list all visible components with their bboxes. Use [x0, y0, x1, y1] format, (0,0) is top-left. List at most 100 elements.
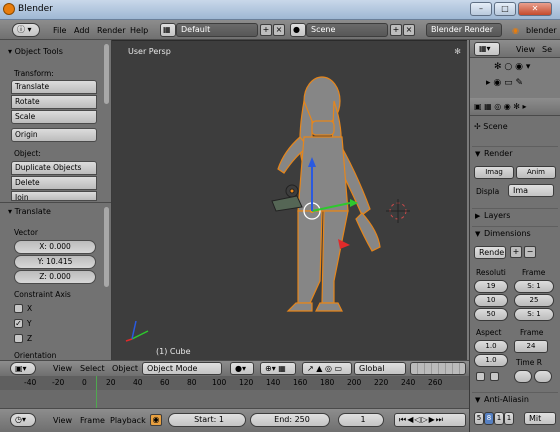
minimize-button[interactable]: –: [470, 2, 492, 16]
remove-scene-button[interactable]: ×: [403, 24, 415, 36]
maximize-button[interactable]: □: [494, 2, 516, 16]
viewport-shading-dropdown[interactable]: ●▾: [230, 362, 254, 375]
time-remap-new-field[interactable]: [534, 370, 552, 383]
add-preset-button[interactable]: +: [510, 246, 522, 258]
translate-panel-title[interactable]: ▾ Translate: [8, 207, 51, 216]
menu-help[interactable]: Help: [130, 26, 148, 35]
vector-x-field[interactable]: X: 0.000: [14, 240, 96, 254]
timeline-area[interactable]: [0, 376, 469, 408]
3d-viewport[interactable]: User Persp ✻ (1) Cube: [112, 40, 467, 360]
join-button[interactable]: Join: [11, 191, 97, 201]
display-dropdown[interactable]: Ima: [508, 184, 554, 197]
object-tools-label: Object Tools: [14, 47, 63, 56]
start-frame-field[interactable]: Start: 1: [168, 413, 246, 427]
render-animation-button[interactable]: Anim: [516, 166, 556, 179]
aspect-y-field[interactable]: 1.0: [474, 354, 508, 367]
layers-section-header[interactable]: ▶ Layers: [472, 208, 558, 222]
character-model[interactable]: [277, 76, 381, 312]
render-engine-dropdown[interactable]: Blender Render: [426, 23, 502, 37]
aa-samples-8[interactable]: 8: [484, 412, 494, 425]
aa-samples-5[interactable]: 5: [474, 412, 484, 425]
vector-z-field[interactable]: Z: 0.000: [14, 270, 96, 284]
menu-render[interactable]: Render: [97, 26, 125, 35]
outliner-visibility-icons[interactable]: ▸ ◉ ▭ ✎: [486, 78, 523, 88]
tool-shelf-scrollbar[interactable]: [104, 44, 109, 104]
scene-breadcrumb: ✢ Scene: [474, 122, 508, 131]
remove-preset-button[interactable]: −: [524, 246, 536, 258]
layer-buttons[interactable]: [410, 362, 466, 375]
outliner-object-icons[interactable]: ✻ ○ ◉ ▾: [494, 62, 530, 72]
timeline-menu-frame[interactable]: Frame: [80, 416, 105, 425]
screen-layout-field[interactable]: Default: [176, 23, 258, 37]
add-screen-button[interactable]: +: [260, 24, 272, 36]
timeline-menu-playback[interactable]: Playback: [110, 416, 146, 425]
render-section-header[interactable]: ▼ Render: [472, 146, 558, 160]
auto-keyframe-button[interactable]: ◉: [150, 414, 162, 426]
properties-tab-icons[interactable]: ▣ ▦ ◎ ◉ ✻ ▸: [474, 102, 527, 111]
menu-file[interactable]: File: [53, 26, 66, 35]
scale-button[interactable]: Scale: [11, 110, 97, 124]
frame-step-field[interactable]: S: 1: [514, 308, 554, 321]
outliner-menu-search[interactable]: Se: [542, 45, 552, 54]
pin-icon[interactable]: ✢: [474, 122, 483, 131]
operator-panel-scrollbar[interactable]: [104, 207, 109, 287]
scene-icon[interactable]: ●: [290, 23, 306, 37]
outliner-editor-type-button[interactable]: ▦▾: [474, 42, 500, 56]
view3d-menu-select[interactable]: Select: [80, 364, 105, 373]
lamp-object[interactable]: [285, 184, 299, 198]
transform-orientation-dropdown[interactable]: Global: [354, 362, 406, 375]
manipulator-buttons[interactable]: ↗ ▲ ◎ ▭: [302, 362, 352, 375]
delete-button[interactable]: Delete: [11, 176, 97, 190]
end-frame-field[interactable]: End: 250: [250, 413, 330, 427]
outliner-menu-view[interactable]: View: [516, 45, 535, 54]
timeline-ruler[interactable]: [0, 376, 469, 390]
editor-type-info-button[interactable]: ⓘ ▾: [12, 23, 40, 37]
playback-controls[interactable]: ⏮◀◁▷▶⏭: [394, 413, 466, 427]
view3d-editor-type-button[interactable]: ▣▾: [10, 362, 36, 375]
aa-samples-16[interactable]: 1: [504, 412, 514, 425]
crop-checkbox[interactable]: [490, 372, 499, 381]
rotate-button[interactable]: Rotate: [11, 95, 97, 109]
resolution-percent-field[interactable]: 50: [474, 308, 508, 321]
camera-object[interactable]: [271, 195, 303, 212]
constraint-y-checkbox[interactable]: ✓: [14, 319, 23, 328]
object-tools-title[interactable]: ▾ Object Tools: [8, 47, 63, 56]
menu-add[interactable]: Add: [74, 26, 90, 35]
constraint-x-checkbox[interactable]: [14, 304, 23, 313]
aspect-x-field[interactable]: 1.0: [474, 340, 508, 353]
view3d-menu-view[interactable]: View: [53, 364, 72, 373]
remove-screen-button[interactable]: ×: [273, 24, 285, 36]
screen-layout-icon[interactable]: ▦: [160, 23, 176, 37]
view3d-menu-object[interactable]: Object: [112, 364, 138, 373]
translate-button[interactable]: Translate: [11, 80, 97, 94]
frame-start-field[interactable]: S: 1: [514, 280, 554, 293]
time-remap-old-field[interactable]: [514, 370, 532, 383]
anti-aliasing-section-header[interactable]: ▼ Anti-Aliasin: [472, 392, 558, 406]
3d-cursor[interactable]: [386, 199, 410, 223]
pivot-snapping-buttons[interactable]: ⊕▾ ▦: [260, 362, 296, 375]
duplicate-objects-button[interactable]: Duplicate Objects: [11, 161, 97, 175]
border-checkbox[interactable]: [476, 372, 485, 381]
resolution-x-field[interactable]: 19: [474, 280, 508, 293]
render-image-button[interactable]: Imag: [474, 166, 514, 179]
vector-y-field[interactable]: Y: 10.415: [14, 255, 96, 269]
render-preset-dropdown[interactable]: Rende: [474, 246, 506, 259]
scene-field[interactable]: Scene: [306, 23, 388, 37]
timeline-menu-view[interactable]: View: [53, 416, 72, 425]
timeline-editor-type-button[interactable]: ◷▾: [10, 413, 36, 427]
frame-end-field[interactable]: 25: [514, 294, 554, 307]
frame-rate-dropdown[interactable]: 24: [514, 340, 548, 353]
current-frame-field[interactable]: 1: [338, 413, 384, 427]
dimensions-section-header[interactable]: ▼ Dimensions: [472, 226, 558, 240]
outliner-area[interactable]: ✻ ○ ◉ ▾ ▸ ◉ ▭ ✎: [470, 58, 560, 98]
resolution-y-field[interactable]: 10: [474, 294, 508, 307]
origin-button[interactable]: Origin: [11, 128, 97, 142]
aa-samples-11[interactable]: 1: [494, 412, 504, 425]
info-header: ⓘ ▾ File Add Render Help ▦ Default + × ●…: [0, 20, 560, 40]
add-scene-button[interactable]: +: [390, 24, 402, 36]
aa-filter-dropdown[interactable]: Mit: [524, 412, 556, 425]
close-button[interactable]: ✕: [518, 2, 552, 16]
current-frame-marker[interactable]: [96, 376, 97, 408]
object-mode-dropdown[interactable]: Object Mode: [142, 362, 222, 375]
constraint-z-checkbox[interactable]: [14, 334, 23, 343]
